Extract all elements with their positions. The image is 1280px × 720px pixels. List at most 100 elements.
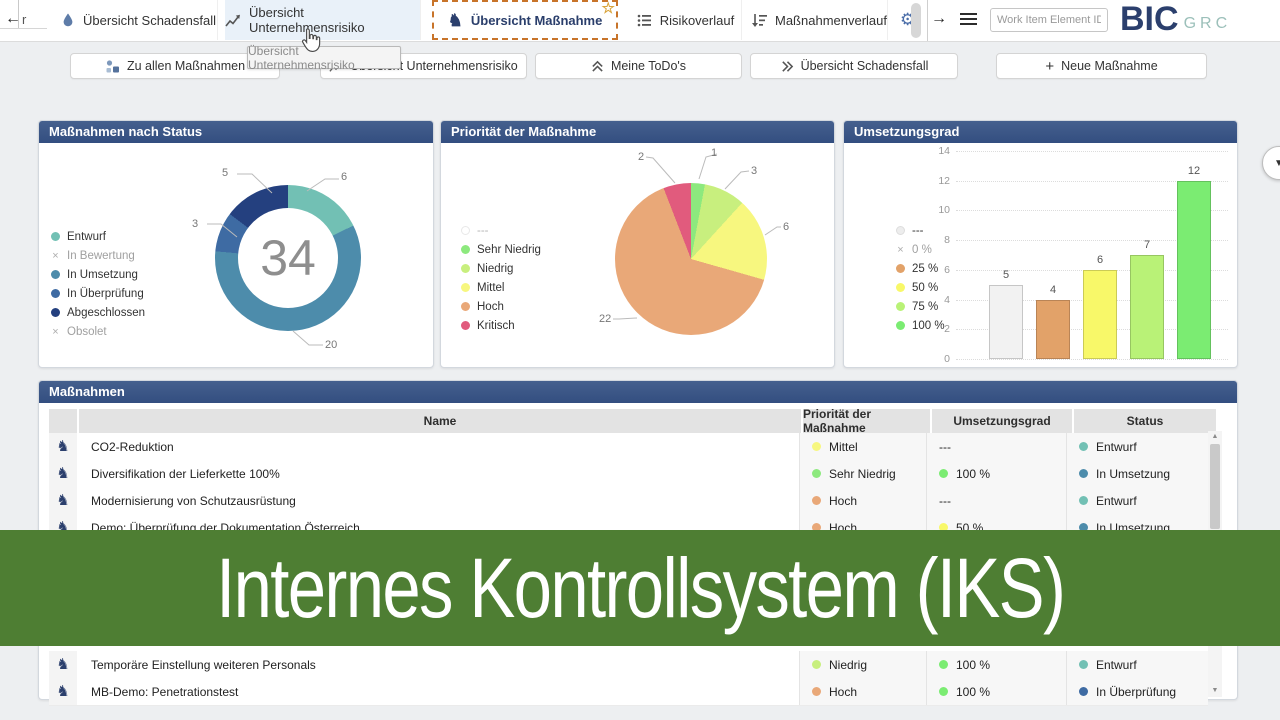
- gridline: [956, 359, 1228, 360]
- header-prioritaet[interactable]: Priorität der Maßnahme: [803, 409, 930, 433]
- legend-dot: [461, 302, 470, 311]
- legend-item[interactable]: In Überprüfung: [51, 284, 145, 303]
- panel-umsetzungsgrad: Umsetzungsgrad --- ×0 % 25 % 50 % 75 % 1…: [843, 120, 1238, 368]
- knight-icon: ♞: [56, 465, 69, 482]
- bar-no-value: [989, 285, 1023, 359]
- y-tick: 6: [924, 264, 950, 276]
- header-icon-column[interactable]: [49, 409, 77, 433]
- y-tick: 2: [924, 323, 950, 335]
- legend-item[interactable]: Niedrig: [461, 259, 541, 278]
- priority-dot: [812, 660, 821, 669]
- tab-massnahmenverlauf[interactable]: Maßnahmenverlauf: [752, 0, 888, 40]
- droplet-icon: [61, 12, 75, 28]
- y-tick: 8: [924, 234, 950, 246]
- legend-item[interactable]: ---: [461, 221, 541, 240]
- legend-dot: [896, 283, 905, 292]
- table-row[interactable]: ♞ Diversifikation der Lieferkette 100% S…: [49, 460, 1208, 488]
- legend-item[interactable]: In Umsetzung: [51, 265, 145, 284]
- legend-item[interactable]: Abgeschlossen: [51, 303, 145, 322]
- y-tick: 12: [924, 175, 950, 187]
- panel-prioritaet-der-massnahme: Priorität der Maßnahme --- Sehr Niedrig …: [440, 120, 835, 368]
- legend-dot: [896, 226, 905, 235]
- tabs-scrollbar-thumb[interactable]: [911, 3, 921, 38]
- uebersicht-schadensfall-button[interactable]: Übersicht Schadensfall: [750, 53, 958, 79]
- clipped-tab-label: r: [22, 12, 26, 27]
- legend-item-disabled[interactable]: ×Obsolet: [51, 322, 145, 341]
- button-label: Meine ToDo's: [611, 59, 686, 73]
- button-label: Zu allen Maßnahmen: [127, 59, 245, 73]
- legend-dot: [51, 232, 60, 241]
- legend-dot: [896, 302, 905, 311]
- slice-value-label: 6: [341, 171, 347, 183]
- status-dot: [1079, 496, 1088, 505]
- neue-massnahme-button[interactable]: + Neue Maßnahme: [996, 53, 1207, 79]
- legend-dot: [51, 289, 60, 298]
- legend-dot: [896, 321, 905, 330]
- legend-item-disabled[interactable]: ×In Bewertung: [51, 246, 145, 265]
- scroll-down-icon[interactable]: ▼: [1208, 685, 1222, 697]
- tabs-scroll-right-icon[interactable]: →: [931, 10, 947, 28]
- slice-value-label: 3: [751, 165, 757, 177]
- tab-uebersicht-unternehmensrisiko[interactable]: Übersicht Unternehmensrisiko: [225, 0, 421, 40]
- divider: [18, 0, 19, 28]
- legend-dot: [51, 308, 60, 317]
- trend-icon: [225, 13, 241, 28]
- scrollbar-thumb[interactable]: [1210, 444, 1220, 529]
- status-dot: [1079, 469, 1088, 478]
- header-umsetzungsgrad[interactable]: Umsetzungsgrad: [932, 409, 1072, 433]
- tab-label: Übersicht Maßnahme: [471, 13, 602, 28]
- table-row[interactable]: ♞ Temporäre Einstellung weiteren Persona…: [49, 651, 1208, 679]
- progress-dot: [939, 469, 948, 478]
- legend-item[interactable]: Hoch: [461, 297, 541, 316]
- status-dot: [1079, 442, 1088, 451]
- legend-item[interactable]: Mittel: [461, 278, 541, 297]
- tab-label: Übersicht Unternehmensrisiko: [249, 5, 420, 35]
- panel-title: Umsetzungsgrad: [844, 121, 1237, 143]
- legend-x-icon: ×: [51, 250, 60, 262]
- tab-label: Risikoverlauf: [660, 13, 734, 28]
- legend-item[interactable]: Sehr Niedrig: [461, 240, 541, 259]
- bar-value-label: 5: [989, 269, 1023, 281]
- tab-uebersicht-schadensfall[interactable]: Übersicht Schadensfall: [60, 0, 218, 40]
- bar-value-label: 12: [1177, 165, 1211, 177]
- priority-dot: [812, 469, 821, 478]
- header-status[interactable]: Status: [1074, 409, 1216, 433]
- panel-title: Priorität der Maßnahme: [441, 121, 834, 143]
- collapse-panel-button[interactable]: ▼: [1262, 146, 1280, 180]
- tab-risikoverlauf[interactable]: Risikoverlauf: [630, 0, 742, 40]
- logo-primary: BIC: [1120, 1, 1179, 37]
- donut-total: 34: [238, 208, 338, 308]
- work-item-id-input[interactable]: [990, 8, 1108, 32]
- knight-icon: ♞: [56, 683, 69, 700]
- slice-value-label: 1: [711, 147, 717, 159]
- bar-50-percent: [1083, 270, 1117, 359]
- priority-dot: [812, 496, 821, 505]
- favorite-star-icon[interactable]: ☆: [602, 1, 615, 16]
- tooltip: Übersicht Unternehmensrisiko: [247, 46, 401, 69]
- status-dot: [1079, 687, 1088, 696]
- divider: [927, 0, 928, 41]
- button-label: Neue Maßnahme: [1061, 59, 1158, 73]
- legend-item[interactable]: Kritisch: [461, 316, 541, 335]
- logo-secondary: GRC: [1184, 11, 1232, 37]
- table-row[interactable]: ♞ Modernisierung von Schutzausrüstung Ho…: [49, 487, 1208, 515]
- table-row[interactable]: ♞ MB-Demo: Penetrationstest Hoch 100 % I…: [49, 678, 1208, 706]
- legend-dot: [461, 321, 470, 330]
- y-tick: 14: [924, 145, 950, 157]
- top-tab-bar: ← r Übersicht Schadensfall Übersicht Unt…: [0, 0, 1280, 42]
- hand-cursor-icon: [298, 27, 322, 59]
- tab-uebersicht-massnahme-active[interactable]: ♞ Übersicht Maßnahme ☆: [432, 0, 618, 40]
- table-row[interactable]: ♞ CO2-Reduktion Mittel --- Entwurf: [49, 433, 1208, 461]
- double-chevron-right-icon: [780, 60, 794, 73]
- meine-todos-button[interactable]: Meine ToDo's: [535, 53, 742, 79]
- priority-dot: [812, 687, 821, 696]
- header-name[interactable]: Name: [79, 409, 801, 433]
- menu-icon[interactable]: [960, 13, 977, 28]
- bar-value-label: 7: [1130, 239, 1164, 251]
- button-label: Übersicht Schadensfall: [801, 59, 929, 73]
- tab-label: Übersicht Schadensfall: [83, 13, 216, 28]
- scroll-up-icon[interactable]: ▲: [1208, 431, 1222, 443]
- bic-grc-dashboard: ← r Übersicht Schadensfall Übersicht Unt…: [0, 0, 1280, 720]
- slice-value-label: 20: [325, 339, 337, 351]
- legend-item[interactable]: Entwurf: [51, 227, 145, 246]
